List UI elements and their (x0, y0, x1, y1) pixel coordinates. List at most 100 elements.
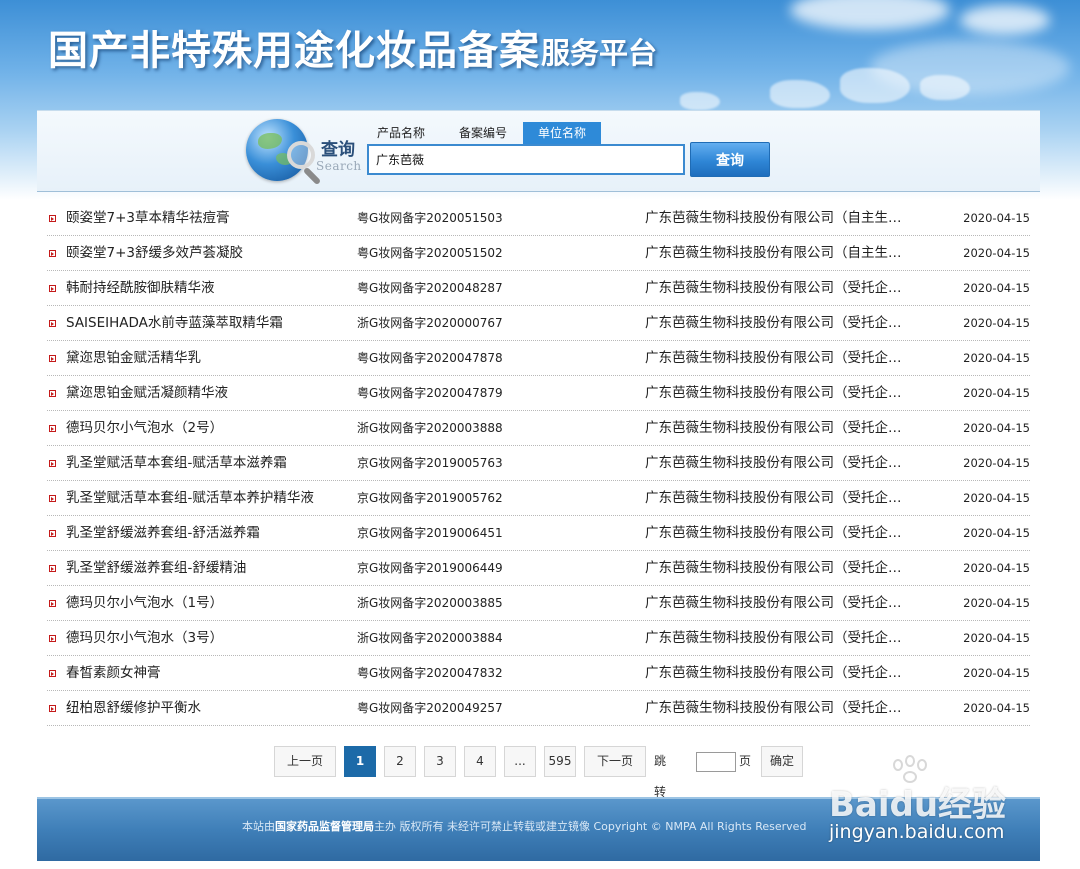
record-date: 2020-04-15 (963, 561, 1030, 575)
bullet-arrow-icon (49, 565, 56, 572)
bullet-arrow-icon (49, 670, 56, 677)
product-name[interactable]: 韩耐持经酰胺御肤精华液 (66, 271, 356, 306)
list-item[interactable]: 黛迩思铂金赋活凝颜精华液 粤G妆网备字2020047879 广东芭薇生物科技股份有限… (47, 376, 1030, 411)
confirm-jump-button[interactable]: 确定 (761, 746, 803, 777)
company-name: 广东芭薇生物科技股份有限公司（受托企… (645, 490, 902, 506)
list-item[interactable]: 颐姿堂7+3草本精华祛痘膏 粤G妆网备字2020051503 广东芭薇生物科技股份有… (47, 201, 1030, 236)
bullet-arrow-icon (49, 250, 56, 257)
record-code: 京G妆网备字2019006449 (357, 561, 503, 575)
search-label-en: Search (316, 159, 362, 173)
list-item[interactable]: 乳圣堂舒缓滋养套组-舒活滋养霜 京G妆网备字2019006451 广东芭薇生物科技股… (47, 516, 1030, 551)
list-item[interactable]: 乳圣堂赋活草本套组-赋活草本养护精华液 京G妆网备字2019005762 广东芭薇生… (47, 481, 1030, 516)
record-code: 京G妆网备字2019006451 (357, 526, 503, 540)
page-595-button[interactable]: 595 (544, 746, 576, 777)
bullet-arrow-icon (49, 215, 56, 222)
record-date: 2020-04-15 (963, 596, 1030, 610)
record-code: 浙G妆网备字2020003884 (357, 631, 503, 645)
footer-prefix: 本站由 (242, 820, 275, 833)
company-name: 广东芭薇生物科技股份有限公司（自主生… (645, 245, 902, 261)
bullet-arrow-icon (49, 285, 56, 292)
world-map-decoration (840, 68, 910, 103)
product-name[interactable]: 乳圣堂舒缓滋养套组-舒活滋养霜 (66, 516, 356, 551)
product-name[interactable]: 黛迩思铂金赋活凝颜精华液 (66, 376, 356, 411)
record-date: 2020-04-15 (963, 246, 1030, 260)
cloud-decoration (790, 0, 950, 30)
footer-org-link[interactable]: 国家药品监督管理局 (275, 820, 374, 833)
jump-label: 跳转到 (654, 754, 667, 830)
product-name[interactable]: SAISEIHADA水前寺蓝藻萃取精华霜 (66, 306, 356, 341)
product-name[interactable]: 黛迩思铂金赋活精华乳 (66, 341, 356, 376)
product-name[interactable]: 春皙素颜女神膏 (66, 656, 356, 691)
record-date: 2020-04-15 (963, 386, 1030, 400)
list-item[interactable]: 德玛贝尔小气泡水（1号） 浙G妆网备字2020003885 广东芭薇生物科技股份有限… (47, 586, 1030, 621)
company-name: 广东芭薇生物科技股份有限公司（受托企… (645, 630, 902, 646)
record-code: 京G妆网备字2019005763 (357, 456, 503, 470)
record-code: 粤G妆网备字2020048287 (357, 281, 503, 295)
list-item[interactable]: 德玛贝尔小气泡水（2号） 浙G妆网备字2020003888 广东芭薇生物科技股份有限… (47, 411, 1030, 446)
record-code: 粤G妆网备字2020047878 (357, 351, 503, 365)
jump-page-input[interactable] (696, 752, 736, 772)
record-code: 浙G妆网备字2020003888 (357, 421, 503, 435)
bullet-arrow-icon (49, 495, 56, 502)
company-name: 广东芭薇生物科技股份有限公司（受托企… (645, 420, 902, 436)
list-item[interactable]: SAISEIHADA水前寺蓝藻萃取精华霜 浙G妆网备字2020000767 广东芭薇… (47, 306, 1030, 341)
company-name: 广东芭薇生物科技股份有限公司（受托企… (645, 665, 902, 681)
record-code: 粤G妆网备字2020049257 (357, 701, 503, 715)
product-name[interactable]: 德玛贝尔小气泡水（3号） (66, 621, 356, 656)
bullet-arrow-icon (49, 320, 56, 327)
company-name: 广东芭薇生物科技股份有限公司（自主生… (645, 210, 902, 226)
world-map-decoration (770, 80, 830, 108)
product-name[interactable]: 乳圣堂赋活草本套组-赋活草本滋养霜 (66, 446, 356, 481)
list-item[interactable]: 黛迩思铂金赋活精华乳 粤G妆网备字2020047878 广东芭薇生物科技股份有限公司… (47, 341, 1030, 376)
page-2-button[interactable]: 2 (384, 746, 416, 777)
world-map-decoration (680, 92, 720, 110)
product-name[interactable]: 乳圣堂舒缓滋养套组-舒缓精油 (66, 551, 356, 586)
magnifier-icon (287, 141, 315, 169)
product-name[interactable]: 乳圣堂赋活草本套组-赋活草本养护精华液 (66, 481, 356, 516)
record-code: 浙G妆网备字2020000767 (357, 316, 503, 330)
record-code: 粤G妆网备字2020051503 (357, 211, 503, 225)
list-item[interactable]: 韩耐持经酰胺御肤精华液 粤G妆网备字2020048287 广东芭薇生物科技股份有限公… (47, 271, 1030, 306)
list-item[interactable]: 颐姿堂7+3舒缓多效芦荟凝胶 粤G妆网备字2020051502 广东芭薇生物科技股份… (47, 236, 1030, 271)
bullet-arrow-icon (49, 355, 56, 362)
page-3-button[interactable]: 3 (424, 746, 456, 777)
product-name[interactable]: 德玛贝尔小气泡水（2号） (66, 411, 356, 446)
record-date: 2020-04-15 (963, 701, 1030, 715)
record-code: 浙G妆网备字2020003885 (357, 596, 503, 610)
list-item[interactable]: 春皙素颜女神膏 粤G妆网备字2020047832 广东芭薇生物科技股份有限公司（受托… (47, 656, 1030, 691)
bullet-arrow-icon (49, 460, 56, 467)
list-item[interactable]: 乳圣堂舒缓滋养套组-舒缓精油 京G妆网备字2019006449 广东芭薇生物科技股份… (47, 551, 1030, 586)
record-code: 粤G妆网备字2020047879 (357, 386, 503, 400)
search-button[interactable]: 查询 (690, 142, 770, 177)
site-title: 国产非特殊用途化妆品备案 (48, 27, 540, 74)
record-code: 京G妆网备字2019005762 (357, 491, 503, 505)
record-date: 2020-04-15 (963, 666, 1030, 680)
search-input[interactable] (367, 144, 685, 175)
record-date: 2020-04-15 (963, 631, 1030, 645)
tab-product-name[interactable]: 产品名称 (371, 122, 431, 144)
paw-icon (889, 755, 929, 787)
footer-copyright: 本站由国家药品监督管理局主办 版权所有 未经许可禁止转载或建立镜像 Copyri… (242, 818, 806, 834)
tab-record-number[interactable]: 备案编号 (451, 122, 515, 144)
footer-suffix: 主办 版权所有 未经许可禁止转载或建立镜像 Copyright © NMPA A… (374, 820, 807, 833)
footer: 本站由国家药品监督管理局主办 版权所有 未经许可禁止转载或建立镜像 Copyri… (37, 797, 1040, 861)
page-1-button[interactable]: 1 (344, 746, 376, 777)
product-name[interactable]: 颐姿堂7+3舒缓多效芦荟凝胶 (66, 236, 356, 271)
product-name[interactable]: 德玛贝尔小气泡水（1号） (66, 586, 356, 621)
record-date: 2020-04-15 (963, 491, 1030, 505)
prev-page-button[interactable]: 上一页 (274, 746, 336, 777)
page-ellipsis: ... (504, 746, 536, 777)
page-4-button[interactable]: 4 (464, 746, 496, 777)
product-name[interactable]: 颐姿堂7+3草本精华祛痘膏 (66, 201, 356, 236)
list-item[interactable]: 纽柏恩舒缓修护平衡水 粤G妆网备字2020049257 广东芭薇生物科技股份有限公司… (47, 691, 1030, 726)
company-name: 广东芭薇生物科技股份有限公司（受托企… (645, 560, 902, 576)
bullet-arrow-icon (49, 635, 56, 642)
next-page-button[interactable]: 下一页 (584, 746, 646, 777)
bullet-arrow-icon (49, 425, 56, 432)
product-name[interactable]: 纽柏恩舒缓修护平衡水 (66, 691, 356, 726)
list-item[interactable]: 德玛贝尔小气泡水（3号） 浙G妆网备字2020003884 广东芭薇生物科技股份有限… (47, 621, 1030, 656)
record-code: 粤G妆网备字2020047832 (357, 666, 503, 680)
tab-company-name[interactable]: 单位名称 (523, 122, 601, 144)
record-date: 2020-04-15 (963, 526, 1030, 540)
list-item[interactable]: 乳圣堂赋活草本套组-赋活草本滋养霜 京G妆网备字2019005763 广东芭薇生物科… (47, 446, 1030, 481)
